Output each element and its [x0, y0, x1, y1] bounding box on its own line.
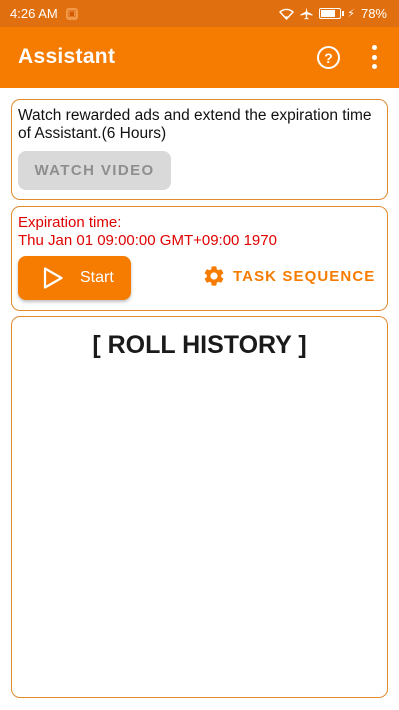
rewarded-ads-card: Watch rewarded ads and extend the expira… [11, 99, 388, 200]
app-title: Assistant [18, 45, 116, 68]
expiration-value: Thu Jan 01 09:00:00 GMT+09:00 1970 [18, 232, 277, 249]
status-icons: ⚡ 78% [279, 0, 387, 27]
battery-percent: 78% [360, 6, 387, 21]
notification-icon: ▣ [65, 7, 78, 20]
task-sequence-label: TASK SEQUENCE [233, 267, 376, 285]
battery-icon [319, 8, 345, 19]
task-sequence-button[interactable]: TASK SEQUENCE [202, 263, 377, 289]
start-label: Start [80, 269, 114, 286]
expiration-label: Expiration time: [18, 214, 122, 231]
status-bar: 4:26 AM ▣ ⚡ 78% [0, 0, 399, 27]
airplane-mode-icon [300, 7, 313, 20]
app-bar: Assistant ? [0, 27, 399, 88]
gear-icon [204, 266, 224, 286]
ads-description: Watch rewarded ads and extend the expira… [18, 107, 372, 142]
expiration-card: Expiration time: Thu Jan 01 09:00:00 GMT… [11, 206, 388, 311]
help-icon[interactable]: ? [317, 46, 340, 69]
play-icon [43, 267, 63, 289]
start-button[interactable]: Start [18, 256, 131, 300]
wifi-icon [279, 8, 295, 20]
charging-icon: ⚡ [347, 8, 355, 20]
more-vert-icon[interactable] [368, 45, 380, 69]
watch-video-button[interactable]: WATCH VIDEO [18, 151, 171, 190]
roll-history-title: [ ROLL HISTORY ] [92, 331, 307, 359]
status-time: 4:26 AM [10, 6, 58, 21]
roll-history-card: [ ROLL HISTORY ] [11, 316, 388, 698]
